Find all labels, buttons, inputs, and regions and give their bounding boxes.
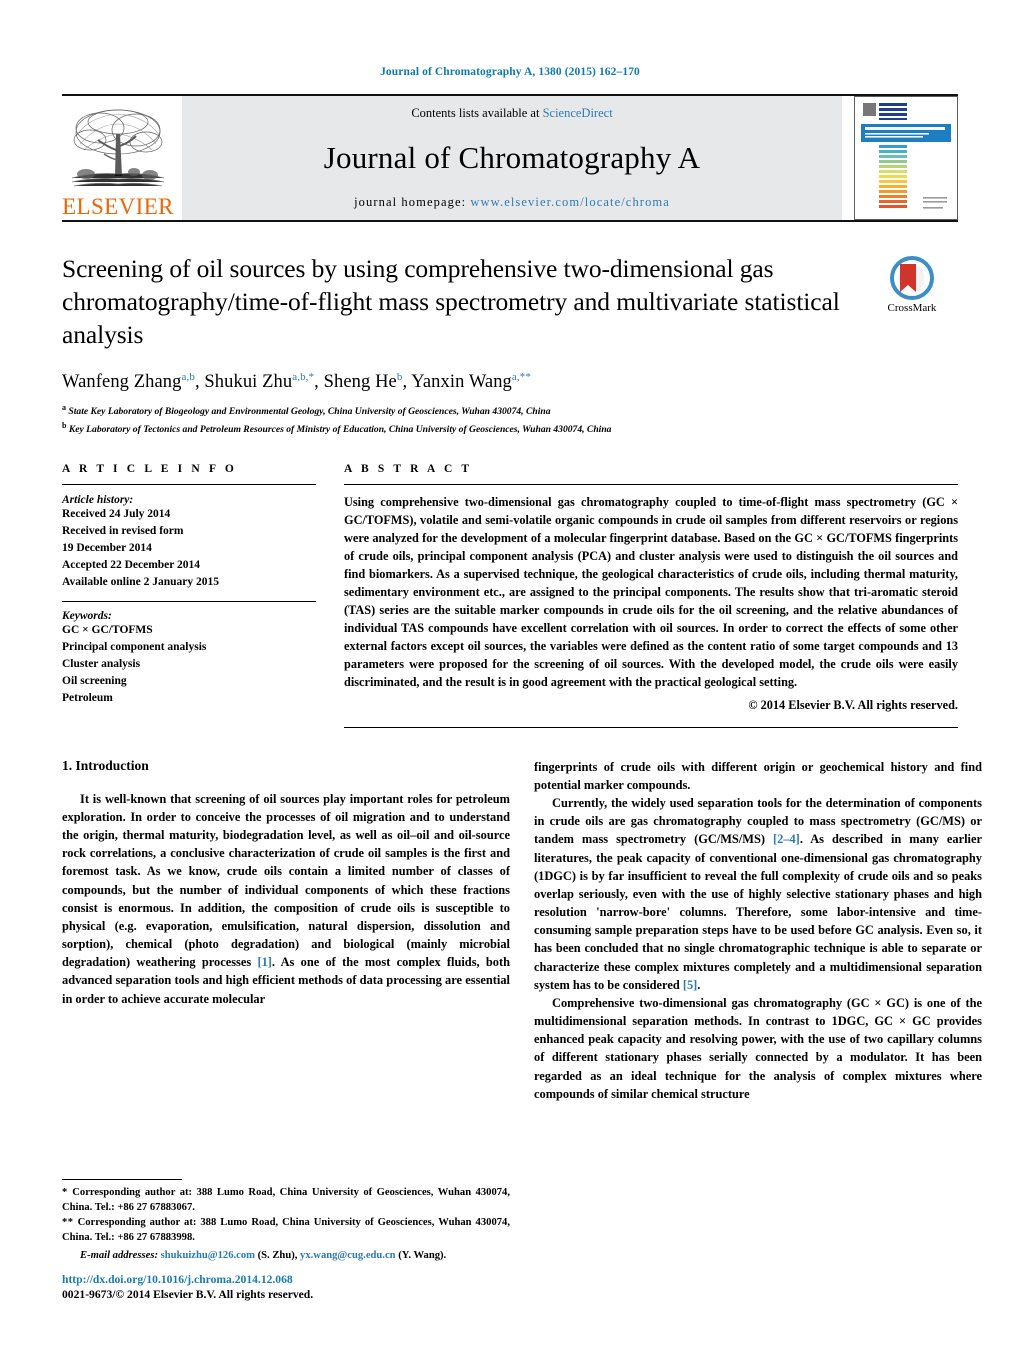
body-column-right: fingerprints of crude oils with differen… — [534, 758, 982, 1103]
citation-link[interactable]: [2–4] — [773, 832, 800, 846]
journal-name: Journal of Chromatography A — [323, 140, 701, 175]
abstract-copyright: © 2014 Elsevier B.V. All rights reserved… — [748, 697, 958, 712]
history-item: Received 24 July 2014 — [62, 508, 171, 521]
elsevier-logo: ELSEVIER — [62, 96, 174, 220]
crossmark-icon[interactable] — [889, 256, 934, 300]
footnote-corresponding-2: ** Corresponding author at: 388 Lumo Roa… — [62, 1215, 510, 1245]
footnote-corresponding-1: * Corresponding author at: 388 Lumo Road… — [62, 1185, 510, 1215]
affiliation-b-marker: b — [62, 421, 67, 431]
affiliation-a: a State Key Laboratory of Biogeology and… — [62, 402, 958, 419]
journal-cover-thumbnail — [854, 96, 958, 220]
history-item: 19 December 2014 — [62, 542, 152, 555]
article-page: Journal of Chromatography A, 1380 (2015)… — [0, 0, 1020, 1351]
footnotes-block: * Corresponding author at: 388 Lumo Road… — [62, 1178, 510, 1263]
elsevier-wordmark: ELSEVIER — [62, 194, 174, 219]
keyword-item: Principal component analysis — [62, 641, 207, 654]
abstract-text: Using comprehensive two-dimensional gas … — [344, 495, 958, 689]
crossmark-badge-wrap[interactable]: CrossMark — [866, 252, 958, 351]
masthead-bottom-rule — [62, 220, 958, 222]
paragraph: Comprehensive two-dimensional gas chroma… — [534, 995, 982, 1101]
paragraph: Currently, the widely used separation to… — [534, 796, 982, 992]
abstract-rule — [344, 484, 958, 486]
citation-link[interactable]: [5] — [683, 978, 697, 992]
abstract-column: A B S T R A C T Using comprehensive two-… — [344, 463, 958, 728]
journal-cover-image — [855, 97, 957, 219]
email-owner-zhu: (S. Zhu), — [257, 1249, 298, 1261]
page-title: Screening of oil sources by using compre… — [62, 254, 840, 350]
footnote-emails: E-mail addresses: shukuizhu@126.com (S. … — [62, 1248, 510, 1263]
running-head: Journal of Chromatography A, 1380 (2015)… — [380, 66, 640, 78]
footnote-rule — [62, 1178, 182, 1180]
history-item: Available online 2 January 2015 — [62, 576, 219, 589]
crossmark-label: CrossMark — [887, 302, 937, 314]
journal-title-box: Contents lists available at ScienceDirec… — [182, 96, 842, 220]
keyword-item: Oil screening — [62, 675, 127, 688]
email-link-wang[interactable]: yx.wang@cug.edu.cn — [300, 1250, 396, 1261]
email-owner-wang: (Y. Wang). — [398, 1249, 447, 1261]
abstract-text-wrap: Using comprehensive two-dimensional gas … — [344, 494, 958, 691]
affiliation-a-marker: a — [62, 402, 66, 412]
author-list: Wanfeng Zhanga,b, Shukui Zhua,b,*, Sheng… — [62, 371, 531, 393]
keyword-item: Cluster analysis — [62, 658, 141, 671]
homepage-label: journal homepage: — [354, 195, 467, 209]
email-addresses-label: E-mail addresses: — [80, 1249, 158, 1261]
sciencedirect-link[interactable]: ScienceDirect — [543, 106, 613, 120]
journal-masthead: ELSEVIER Contents lists available at Sci… — [62, 94, 958, 222]
contents-available-line: Contents lists available at ScienceDirec… — [411, 106, 612, 121]
footnote-text-1: Corresponding author at: 388 Lumo Road, … — [62, 1186, 510, 1213]
keyword-item: Petroleum — [62, 692, 113, 705]
article-info-heading: A R T I C L E I N F O — [62, 463, 237, 476]
footnote-marker-2: ** — [62, 1216, 74, 1228]
body-columns: 1. Introduction It is well-known that sc… — [62, 758, 982, 1103]
footnote-marker-1: * — [62, 1186, 68, 1198]
paragraph: It is well-known that screening of oil s… — [62, 791, 510, 1006]
title-block: Screening of oil sources by using compre… — [62, 252, 958, 351]
keywords-rule — [62, 601, 316, 603]
contents-prefix: Contents lists available at — [411, 106, 543, 120]
section-heading-introduction: 1. Introduction — [62, 757, 149, 773]
footnote-text-2: Corresponding author at: 388 Lumo Road, … — [62, 1216, 510, 1243]
issn-copyright-line: 0021-9673/© 2014 Elsevier B.V. All right… — [62, 1288, 314, 1302]
journal-homepage-line: journal homepage: www.elsevier.com/locat… — [354, 195, 670, 210]
info-abstract-row: A R T I C L E I N F O Article history: R… — [62, 463, 958, 728]
keyword-item: GC × GC/TOFMS — [62, 624, 153, 637]
article-history-title: Article history: — [62, 494, 134, 507]
footer-block: http://dx.doi.org/10.1016/j.chroma.2014.… — [62, 1272, 562, 1303]
doi-link[interactable]: http://dx.doi.org/10.1016/j.chroma.2014.… — [62, 1272, 562, 1287]
history-item: Received in revised form — [62, 525, 184, 538]
abstract-heading: A B S T R A C T — [344, 463, 473, 476]
keywords-title: Keywords: — [62, 610, 112, 623]
abstract-bottom-rule — [344, 726, 958, 728]
homepage-url-link[interactable]: www.elsevier.com/locate/chroma — [470, 195, 670, 209]
citation-link[interactable]: [1] — [257, 955, 271, 969]
affiliation-b-text: Key Laboratory of Tectonics and Petroleu… — [68, 424, 612, 436]
affiliation-a-text: State Key Laboratory of Biogeology and E… — [68, 405, 551, 417]
history-item: Accepted 22 December 2014 — [62, 559, 201, 572]
affiliation-b: b Key Laboratory of Tectonics and Petrol… — [62, 420, 958, 437]
elsevier-tree-icon — [62, 98, 174, 194]
article-info-rule — [62, 484, 316, 486]
tree-illustration-icon — [70, 102, 166, 194]
article-info-column: A R T I C L E I N F O Article history: R… — [62, 463, 344, 727]
email-link-zhu[interactable]: shukuizhu@126.com — [161, 1250, 255, 1261]
paragraph: fingerprints of crude oils with differen… — [534, 759, 982, 792]
body-column-left: 1. Introduction It is well-known that sc… — [62, 758, 510, 1103]
